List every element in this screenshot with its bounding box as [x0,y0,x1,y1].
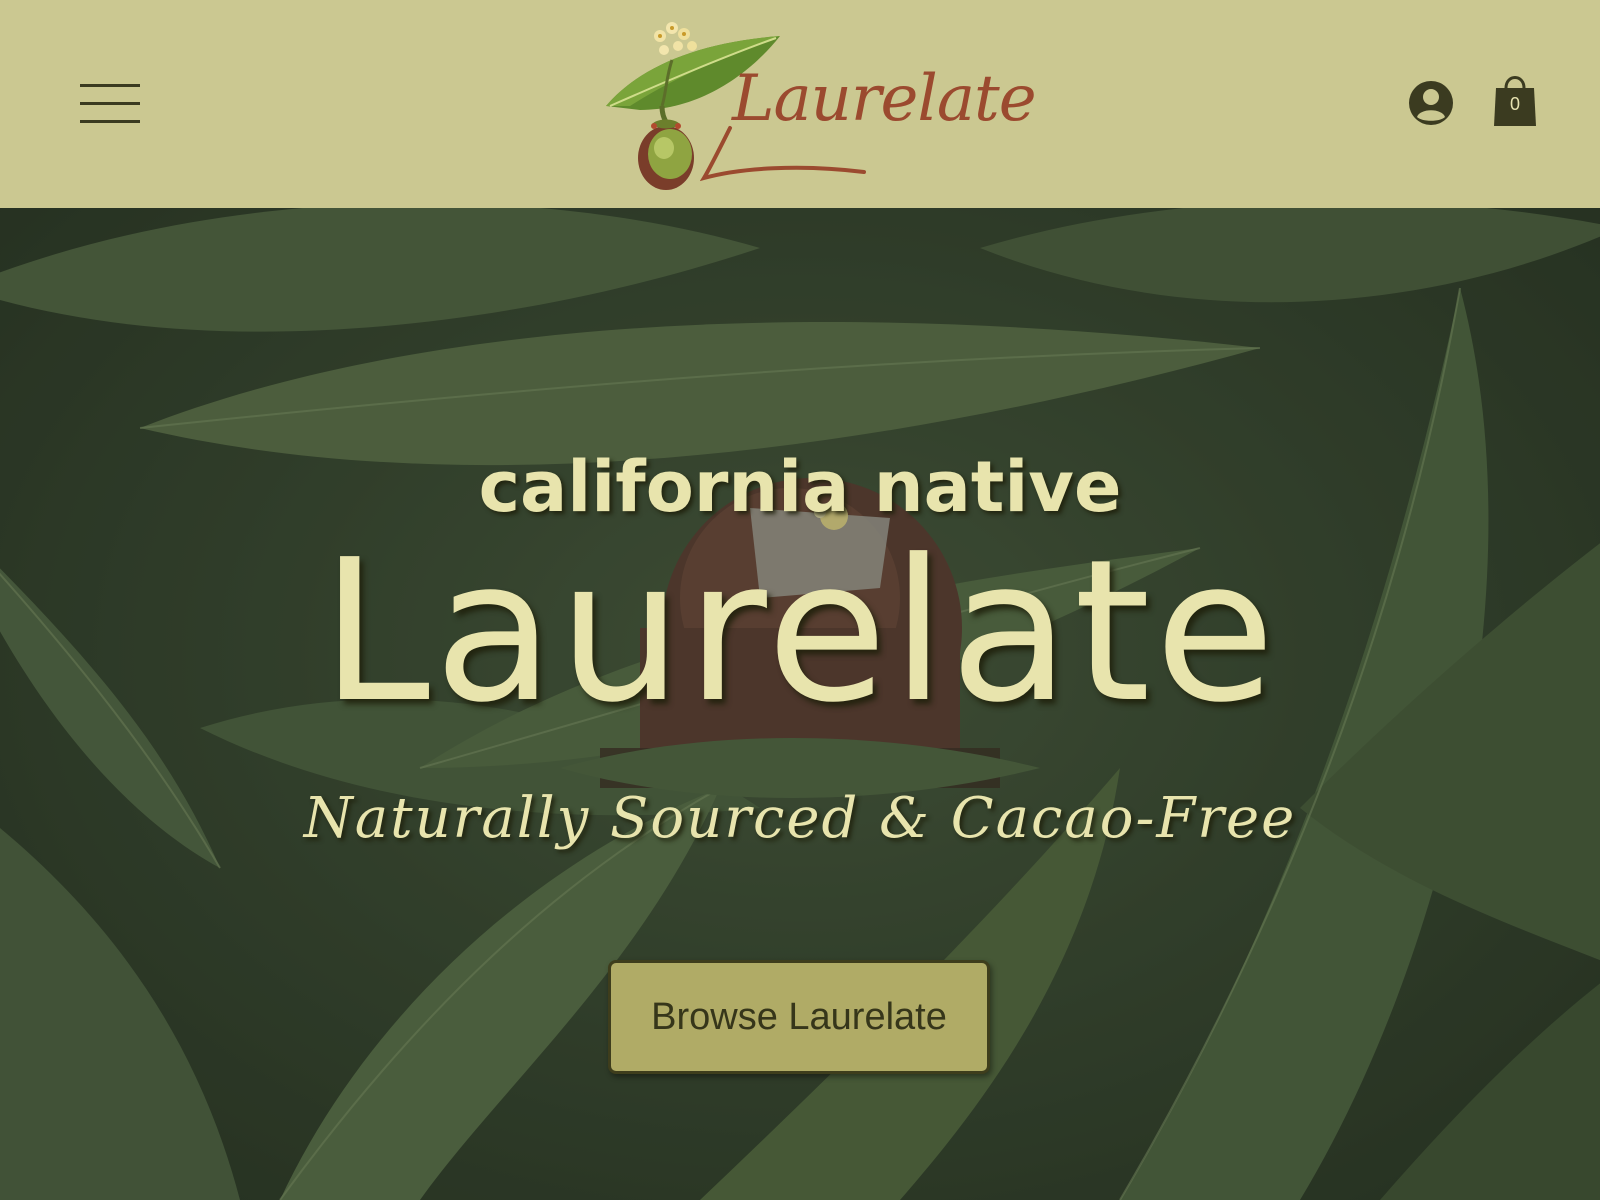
hero-section: california native Laurelate Naturally So… [0,208,1600,1200]
hamburger-menu-icon[interactable] [80,82,140,126]
site-logo[interactable]: Laurelate [600,14,1037,194]
account-user-icon[interactable] [1408,80,1454,126]
page: Laurelate 0 california native Laurelate … [0,0,1600,1200]
cart-count-badge: 0 [1509,94,1520,114]
menu-line [80,120,140,123]
cart-button[interactable]: 0 [1492,72,1538,128]
menu-line [80,84,140,87]
site-header: Laurelate 0 [0,0,1600,208]
hero-kicker: california native [478,446,1122,528]
hero-tagline: Naturally Sourced & Cacao-Free [303,786,1297,851]
menu-line [80,102,140,105]
browse-laurelate-button[interactable]: Browse Laurelate [608,960,990,1074]
logo-swash [700,126,866,182]
hero-title: Laurelate [320,518,1280,746]
